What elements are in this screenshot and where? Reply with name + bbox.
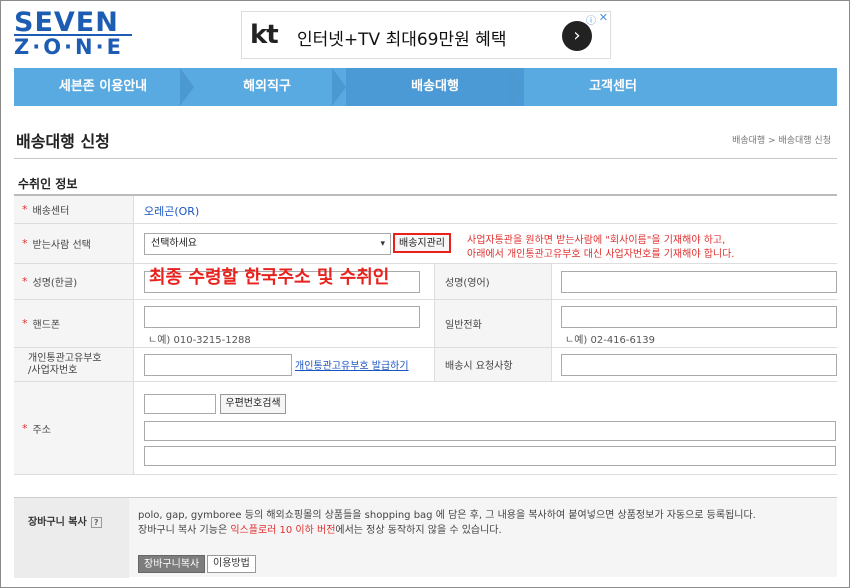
row-address: * 주소 우편번호검색	[14, 382, 837, 475]
section-title: 수취인 정보	[18, 177, 78, 191]
center-value: 오레곤(OR)	[144, 205, 200, 218]
logo-line2: Z·O·N·E	[14, 35, 124, 59]
recipient-form: * 배송센터 오레곤(OR) * 받는사람 선택 선택하세요 ▾ 배송지관리 사업자통…	[14, 194, 837, 475]
ad-close-icon[interactable]: ✕	[599, 11, 608, 24]
phone-hint: ㄴ예) 02-416-6139	[565, 335, 655, 346]
annotation-text: 최종 수령할 한국주소 및 수취인	[149, 267, 390, 288]
nav-separator	[332, 68, 346, 106]
basket-label: 장바구니 복사?	[14, 498, 129, 578]
kt-logo: kt	[250, 20, 279, 50]
ad-text: 인터넷+TV 최대69만원 혜택	[297, 30, 507, 50]
label-center: * 배송센터	[14, 196, 134, 223]
label-name-en: 성명(영어)	[434, 264, 552, 299]
page-frame: SEVEN Z·O·N·E kt 인터넷+TV 최대69만원 혜택 › ⓘ ✕ …	[0, 0, 850, 588]
recipient-select[interactable]: 선택하세요 ▾	[144, 233, 391, 255]
howto-button[interactable]: 이용방법	[207, 555, 256, 573]
logo-line1: SEVEN	[14, 7, 119, 38]
request-input[interactable]	[561, 354, 837, 376]
mobile-input[interactable]	[144, 306, 420, 328]
address-book-button[interactable]: 배송지관리	[393, 233, 451, 253]
row-center: * 배송센터 오레곤(OR)	[14, 196, 837, 224]
recipient-note-2: 아래에서 개인통관고유부호 대신 사업자번호를 기재해야 합니다.	[467, 249, 735, 260]
basket-description: polo, gap, gymboree 등의 해외쇼핑몰의 상품들을 shopp…	[138, 510, 756, 536]
zipcode-search-button[interactable]: 우편번호검색	[220, 394, 286, 414]
row-names: * 성명(한글) 성명(영어)	[14, 264, 837, 300]
name-en-input[interactable]	[561, 271, 837, 293]
zipcode-input[interactable]	[144, 394, 216, 414]
row-phones: * 핸드폰 ㄴ예) 010-3215-1288 일반전화 ㄴ예) 02-416-6…	[14, 300, 837, 348]
label-recipient: * 받는사람 선택	[14, 224, 134, 263]
customs-code-input[interactable]	[144, 354, 292, 376]
row-customs: 개인통관고유부호/사업자번호 개인통관고유부호 발급하기 배송시 요청사항	[14, 348, 837, 382]
recipient-note-1: 사업자통관을 원하면 받는사람에 "회사이름"을 기재해야 하고,	[467, 235, 726, 246]
seven-zone-logo[interactable]: SEVEN Z·O·N·E	[14, 7, 134, 59]
title-divider	[14, 158, 837, 159]
label-phone: 일반전화	[434, 300, 552, 347]
page-title: 배송대행 신청	[16, 132, 110, 151]
ad-banner[interactable]: kt 인터넷+TV 최대69만원 혜택 › ⓘ ✕	[241, 11, 611, 59]
help-icon[interactable]: ?	[90, 517, 102, 528]
chevron-down-icon: ▾	[380, 239, 385, 249]
ad-info-icon[interactable]: ⓘ	[586, 12, 596, 27]
address-line1-input[interactable]	[144, 421, 836, 441]
label-address: * 주소	[14, 382, 134, 474]
nav-tab-customer-center[interactable]: 고객센터	[524, 68, 702, 106]
basket-copy-section: 장바구니 복사? polo, gap, gymboree 등의 해외쇼핑몰의 상…	[14, 497, 837, 578]
phone-input[interactable]	[561, 306, 837, 328]
label-name-kr: * 성명(한글)	[14, 264, 134, 299]
nav-tab-shipping[interactable]: 배송대행	[346, 68, 524, 106]
nav-tab-guide[interactable]: 세븐존 이용안내	[14, 68, 192, 106]
basket-copy-button[interactable]: 장바구니복사	[138, 555, 206, 573]
label-mobile: * 핸드폰	[14, 300, 134, 347]
nav-tab-direct-purchase[interactable]: 해외직구	[192, 68, 342, 106]
nav-separator	[510, 68, 524, 106]
main-nav: 세븐존 이용안내 해외직구 배송대행 고객센터	[14, 68, 837, 106]
label-request: 배송시 요청사항	[434, 348, 552, 381]
address-line2-input[interactable]	[144, 446, 836, 466]
customs-code-link[interactable]: 개인통관고유부호 발급하기	[295, 357, 409, 372]
mobile-hint: ㄴ예) 010-3215-1288	[148, 335, 251, 346]
row-recipient: * 받는사람 선택 선택하세요 ▾ 배송지관리 사업자통관을 원하면 받는사람에 "…	[14, 224, 837, 264]
label-customs: 개인통관고유부호/사업자번호	[14, 348, 134, 381]
breadcrumb[interactable]: 배송대행 > 배송대행 신청	[732, 133, 831, 146]
